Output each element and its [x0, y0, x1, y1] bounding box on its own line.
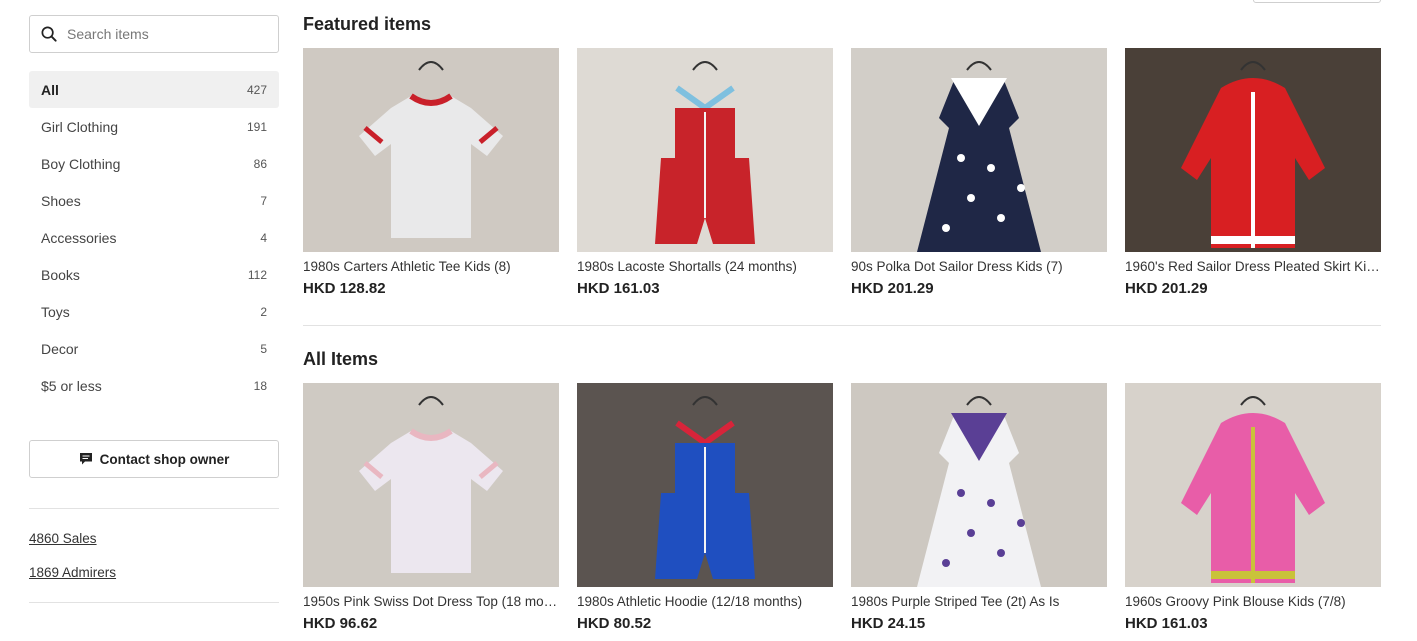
- product-title: 1980s Carters Athletic Tee Kids (8): [303, 259, 511, 274]
- category-list: All 427 Girl Clothing 191 Boy Clothing 8…: [29, 71, 279, 404]
- category-item-shoes[interactable]: Shoes 7: [29, 182, 279, 219]
- product-card[interactable]: 90s Polka Dot Sailor Dress Kids (7) HKD …: [851, 48, 1107, 297]
- admirers-link[interactable]: 1869 Admirers: [29, 565, 279, 580]
- category-label: Toys: [41, 303, 70, 320]
- sidebar-divider: [29, 508, 279, 509]
- section-divider: [303, 325, 1381, 326]
- product-price: HKD 80.52: [577, 615, 652, 632]
- sidebar-divider: [29, 602, 279, 603]
- product-price: HKD 24.15: [851, 615, 926, 632]
- search-icon: [41, 26, 57, 42]
- product-image: [851, 48, 1107, 252]
- product-price: HKD 96.62: [303, 615, 378, 632]
- product-card[interactable]: 1980s Purple Striped Tee (2t) As Is HKD …: [851, 383, 1107, 632]
- category-count: 191: [246, 119, 267, 134]
- product-title: 1950s Pink Swiss Dot Dress Top (18 month…: [303, 594, 559, 609]
- product-price: HKD 128.82: [303, 280, 386, 297]
- category-label: Boy Clothing: [41, 155, 121, 172]
- product-card[interactable]: 1980s Carters Athletic Tee Kids (8) HKD …: [303, 48, 559, 297]
- category-count: 18: [253, 378, 267, 393]
- product-title: 1960s Groovy Pink Blouse Kids (7/8): [1125, 594, 1346, 609]
- category-count: 7: [260, 193, 267, 208]
- product-image: [577, 383, 833, 587]
- product-image: [1125, 48, 1381, 252]
- category-label: Girl Clothing: [41, 118, 119, 135]
- category-label: All: [41, 81, 59, 98]
- product-title: 90s Polka Dot Sailor Dress Kids (7): [851, 259, 1063, 274]
- category-label: Books: [41, 266, 80, 283]
- product-image: [1125, 383, 1381, 587]
- category-count: 5: [260, 341, 267, 356]
- product-price: HKD 201.29: [1125, 280, 1208, 297]
- category-item-girl-clothing[interactable]: Girl Clothing 191: [29, 108, 279, 145]
- featured-grid: 1980s Carters Athletic Tee Kids (8) HKD …: [303, 48, 1381, 297]
- all-items-title: All Items: [303, 349, 379, 369]
- product-price: HKD 161.03: [1125, 615, 1208, 632]
- category-item-books[interactable]: Books 112: [29, 256, 279, 293]
- category-count: 86: [253, 156, 267, 171]
- product-title: 1980s Purple Striped Tee (2t) As Is: [851, 594, 1060, 609]
- category-item-decor[interactable]: Decor 5: [29, 330, 279, 367]
- featured-title: Featured items: [303, 14, 432, 34]
- category-count: 112: [247, 267, 267, 282]
- category-count: 4: [260, 230, 267, 245]
- category-label: Accessories: [41, 229, 117, 246]
- product-image: [303, 48, 559, 252]
- message-icon: [79, 453, 92, 465]
- search-box[interactable]: [29, 15, 279, 53]
- product-image: [303, 383, 559, 587]
- category-count: 427: [246, 82, 267, 97]
- category-count: 2: [260, 304, 267, 319]
- category-label: Decor: [41, 340, 79, 357]
- product-price: HKD 161.03: [577, 280, 660, 297]
- product-card[interactable]: 1950s Pink Swiss Dot Dress Top (18 month…: [303, 383, 559, 632]
- search-input[interactable]: [67, 19, 267, 49]
- product-title: 1980s Lacoste Shortalls (24 months): [577, 259, 797, 274]
- product-card[interactable]: 1960s Groovy Pink Blouse Kids (7/8) HKD …: [1125, 383, 1381, 632]
- product-image: [577, 48, 833, 252]
- sales-link[interactable]: 4860 Sales: [29, 531, 279, 546]
- category-item-toys[interactable]: Toys 2: [29, 293, 279, 330]
- category-item-5-or-less[interactable]: $5 or less 18: [29, 367, 279, 404]
- category-item-accessories[interactable]: Accessories 4: [29, 219, 279, 256]
- product-title: 1960's Red Sailor Dress Pleated Skirt Ki…: [1125, 259, 1381, 274]
- category-label: $5 or less: [41, 377, 102, 394]
- product-price: HKD 201.29: [851, 280, 934, 297]
- category-item-all[interactable]: All 427: [29, 71, 279, 108]
- product-card[interactable]: 1960's Red Sailor Dress Pleated Skirt Ki…: [1125, 48, 1381, 297]
- product-title: 1980s Athletic Hoodie (12/18 months): [577, 594, 803, 609]
- contact-label: Contact shop owner: [99, 451, 230, 467]
- contact-shop-owner-button[interactable]: Contact shop owner: [29, 440, 279, 478]
- sort-dropdown[interactable]: [1253, 0, 1381, 3]
- product-card[interactable]: 1980s Athletic Hoodie (12/18 months) HKD…: [577, 383, 833, 632]
- category-item-boy-clothing[interactable]: Boy Clothing 86: [29, 145, 279, 182]
- product-image: [851, 383, 1107, 587]
- all-items-grid: 1950s Pink Swiss Dot Dress Top (18 month…: [303, 383, 1381, 632]
- category-label: Shoes: [41, 192, 81, 209]
- shop-sidebar: All 427 Girl Clothing 191 Boy Clothing 8…: [29, 15, 279, 603]
- product-card[interactable]: 1980s Lacoste Shortalls (24 months) HKD …: [577, 48, 833, 297]
